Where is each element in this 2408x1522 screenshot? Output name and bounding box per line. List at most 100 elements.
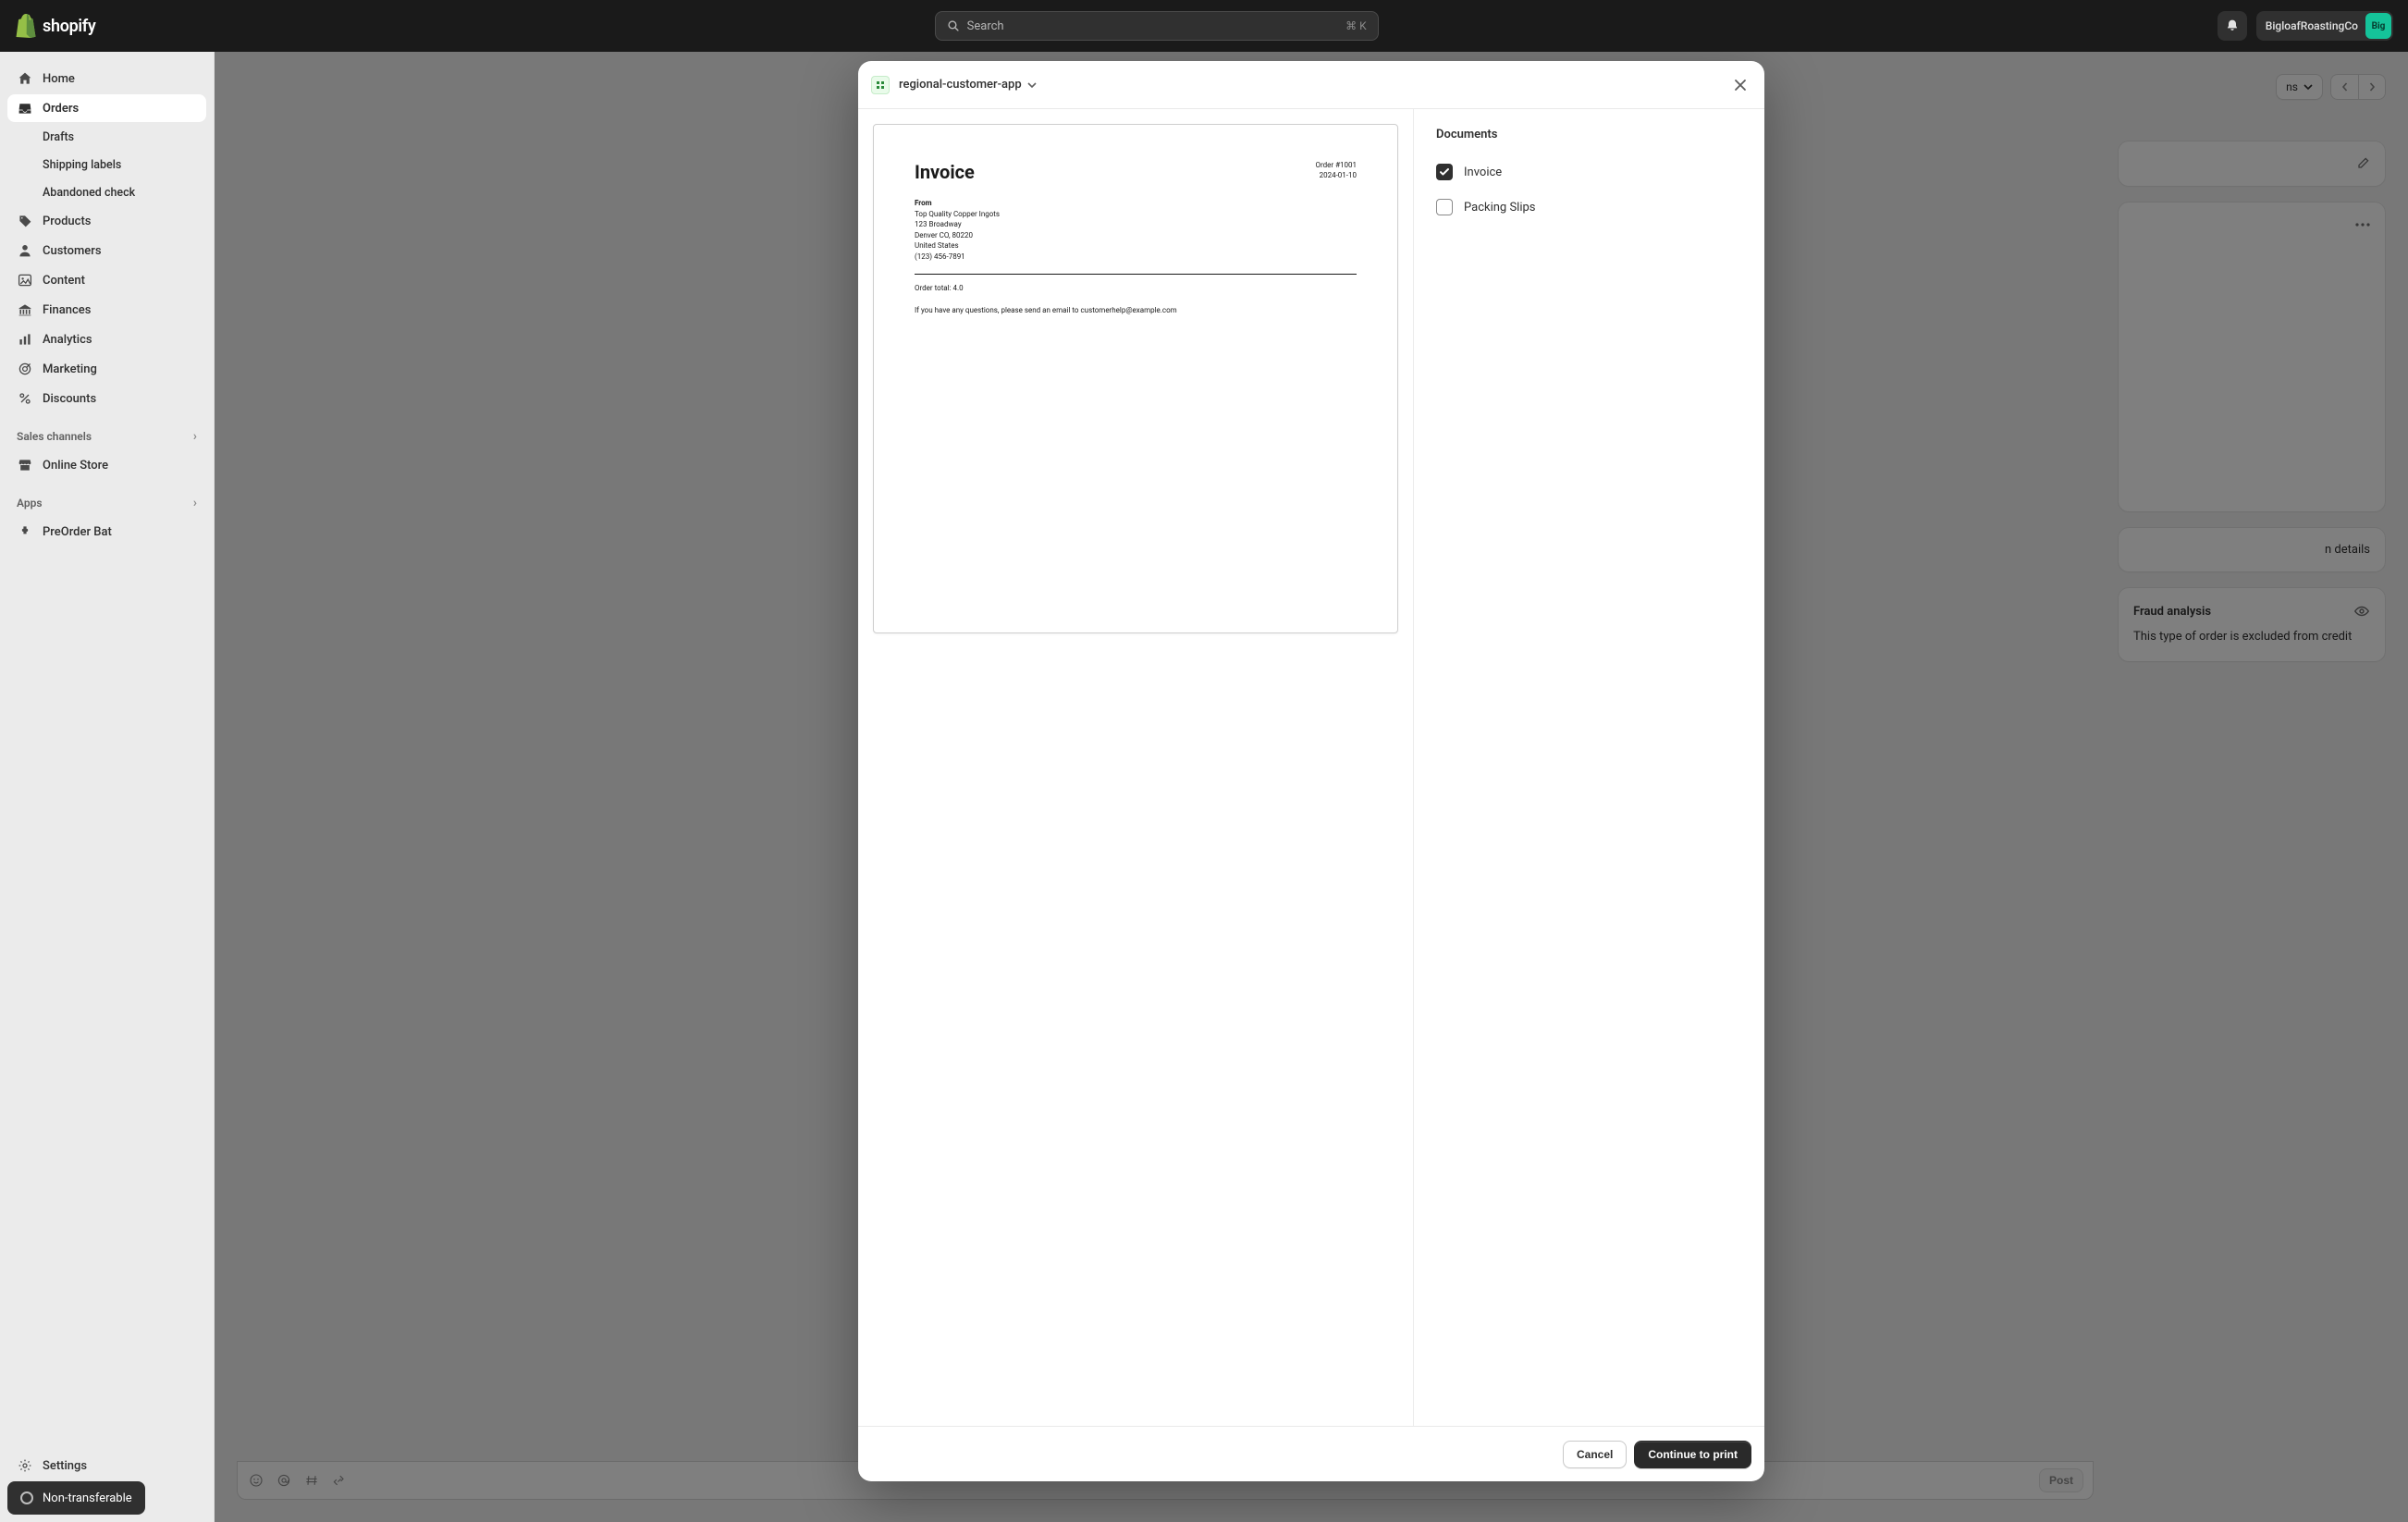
inbox-icon bbox=[17, 100, 33, 117]
invoice-preview-page: Invoice Order #1001 2024-01-10 From Top … bbox=[873, 124, 1398, 633]
invoice-from-label: From bbox=[915, 198, 1357, 209]
sidebar-section-label: Sales channels bbox=[17, 430, 92, 443]
sidebar-item-preorder-bat[interactable]: PreOrder Bat bbox=[7, 518, 206, 546]
search-icon bbox=[947, 19, 960, 32]
search-placeholder: Search bbox=[967, 19, 1338, 33]
sidebar-item-settings[interactable]: Settings bbox=[7, 1452, 206, 1479]
sidebar-label: Customers bbox=[43, 244, 102, 258]
status-dot-icon bbox=[20, 1491, 33, 1504]
app-tile-icon bbox=[871, 76, 890, 94]
sidebar-item-finances[interactable]: Finances bbox=[7, 296, 206, 324]
store-menu[interactable]: BigloafRoastingCo Big bbox=[2256, 11, 2393, 41]
sidebar-label: Home bbox=[43, 72, 75, 86]
main-content: ns bbox=[215, 52, 2408, 1522]
sidebar-item-analytics[interactable]: Analytics bbox=[7, 325, 206, 353]
sidebar-label: Discounts bbox=[43, 392, 96, 406]
gear-icon bbox=[17, 1457, 33, 1474]
store-icon bbox=[17, 457, 33, 473]
store-avatar: Big bbox=[2365, 13, 2391, 39]
sidebar: Home Orders Drafts Shipping labels Aband… bbox=[0, 52, 215, 1522]
person-icon bbox=[17, 242, 33, 259]
chevron-right-icon[interactable]: › bbox=[193, 496, 197, 510]
invoice-total-line: Order total: 4.0 bbox=[915, 284, 1357, 294]
chevron-down-icon bbox=[1027, 80, 1037, 90]
puzzle-icon bbox=[17, 523, 33, 540]
toast-text: Non-transferable bbox=[43, 1491, 132, 1505]
sidebar-section-label: Apps bbox=[17, 497, 43, 509]
sidebar-item-home[interactable]: Home bbox=[7, 65, 206, 92]
shopify-bag-icon bbox=[15, 14, 37, 38]
topbar: shopify Search ⌘ K BigloafRoastingCo Big bbox=[0, 0, 2408, 52]
notifications-button[interactable] bbox=[2218, 11, 2247, 41]
sidebar-item-discounts[interactable]: Discounts bbox=[7, 385, 206, 412]
checkbox-icon-checked bbox=[1436, 164, 1453, 180]
sidebar-label: Settings bbox=[43, 1459, 87, 1473]
invoice-total-value: 4.0 bbox=[953, 284, 964, 292]
sidebar-item-marketing[interactable]: Marketing bbox=[7, 355, 206, 383]
chevron-right-icon[interactable]: › bbox=[193, 429, 197, 444]
continue-label: Continue to print bbox=[1648, 1448, 1738, 1461]
sidebar-item-online-store[interactable]: Online Store bbox=[7, 451, 206, 479]
invoice-from-name: Top Quality Copper Ingots bbox=[915, 209, 1357, 220]
sidebar-label: Abandoned check bbox=[43, 186, 135, 200]
invoice-from-country: United States bbox=[915, 240, 1357, 252]
tag-icon bbox=[17, 213, 33, 229]
home-icon bbox=[17, 70, 33, 87]
invoice-order-number: Order #1001 bbox=[1316, 160, 1358, 170]
bell-icon bbox=[2225, 18, 2240, 33]
sidebar-subitem-drafts[interactable]: Drafts bbox=[7, 124, 206, 150]
invoice-help-line: If you have any questions, please send a… bbox=[915, 306, 1357, 316]
modal-close-button[interactable] bbox=[1729, 74, 1751, 96]
invoice-order-date: 2024-01-10 bbox=[1316, 170, 1358, 180]
sidebar-item-customers[interactable]: Customers bbox=[7, 237, 206, 264]
global-search[interactable]: Search ⌘ K bbox=[935, 11, 1379, 41]
invoice-order-meta: Order #1001 2024-01-10 bbox=[1316, 160, 1358, 180]
toast-non-transferable: Non-transferable bbox=[7, 1481, 145, 1515]
invoice-from-phone: (123) 456-7891 bbox=[915, 252, 1357, 263]
modal-footer: Cancel Continue to print bbox=[858, 1426, 1764, 1481]
invoice-from-street: 123 Broadway bbox=[915, 219, 1357, 230]
sidebar-label: Drafts bbox=[43, 130, 74, 144]
print-options-pane: Documents Invoice Packing Slips bbox=[1413, 109, 1764, 1426]
print-preview-pane: Invoice Order #1001 2024-01-10 From Top … bbox=[858, 109, 1413, 1426]
sidebar-label: Online Store bbox=[43, 459, 108, 473]
modal-app-selector[interactable]: regional-customer-app bbox=[899, 78, 1037, 92]
sidebar-label: Products bbox=[43, 215, 91, 228]
sidebar-label: Analytics bbox=[43, 333, 92, 347]
percent-icon bbox=[17, 390, 33, 407]
sidebar-subitem-abandoned-checkouts[interactable]: Abandoned check bbox=[7, 179, 206, 205]
image-icon bbox=[17, 272, 33, 288]
sidebar-section-apps: Apps › bbox=[7, 481, 206, 516]
modal-app-name: regional-customer-app bbox=[899, 78, 1022, 92]
bank-icon bbox=[17, 301, 33, 318]
invoice-from-city: Denver CO, 80220 bbox=[915, 230, 1357, 241]
checkbox-label: Packing Slips bbox=[1464, 201, 1536, 215]
bar-chart-icon bbox=[17, 331, 33, 348]
checkbox-invoice[interactable]: Invoice bbox=[1436, 158, 1742, 186]
close-icon bbox=[1734, 79, 1747, 92]
target-icon bbox=[17, 361, 33, 377]
store-name: BigloafRoastingCo bbox=[2266, 19, 2358, 32]
sidebar-label: PreOrder Bat bbox=[43, 525, 112, 539]
continue-to-print-button[interactable]: Continue to print bbox=[1634, 1441, 1751, 1468]
sidebar-item-orders[interactable]: Orders bbox=[7, 94, 206, 122]
checkbox-label: Invoice bbox=[1464, 166, 1502, 179]
shopify-logo[interactable]: shopify bbox=[15, 14, 96, 38]
sidebar-label: Content bbox=[43, 274, 85, 288]
cancel-label: Cancel bbox=[1577, 1448, 1613, 1461]
modal-overlay: regional-customer-app Invoice Order #100… bbox=[215, 52, 2408, 1522]
search-shortcut: ⌘ K bbox=[1345, 19, 1367, 32]
invoice-divider bbox=[915, 274, 1357, 275]
checkbox-packing-slips[interactable]: Packing Slips bbox=[1436, 193, 1742, 221]
invoice-from-block: From Top Quality Copper Ingots 123 Broad… bbox=[915, 198, 1357, 263]
cancel-button[interactable]: Cancel bbox=[1563, 1441, 1627, 1468]
sidebar-subitem-shipping-labels[interactable]: Shipping labels bbox=[7, 152, 206, 178]
sidebar-label: Finances bbox=[43, 303, 91, 317]
print-modal: regional-customer-app Invoice Order #100… bbox=[858, 61, 1764, 1481]
sidebar-section-sales-channels: Sales channels › bbox=[7, 414, 206, 449]
checkbox-icon-unchecked bbox=[1436, 199, 1453, 215]
sidebar-item-products[interactable]: Products bbox=[7, 207, 206, 235]
modal-header: regional-customer-app bbox=[858, 61, 1764, 109]
sidebar-item-content[interactable]: Content bbox=[7, 266, 206, 294]
sidebar-label: Shipping labels bbox=[43, 158, 121, 172]
